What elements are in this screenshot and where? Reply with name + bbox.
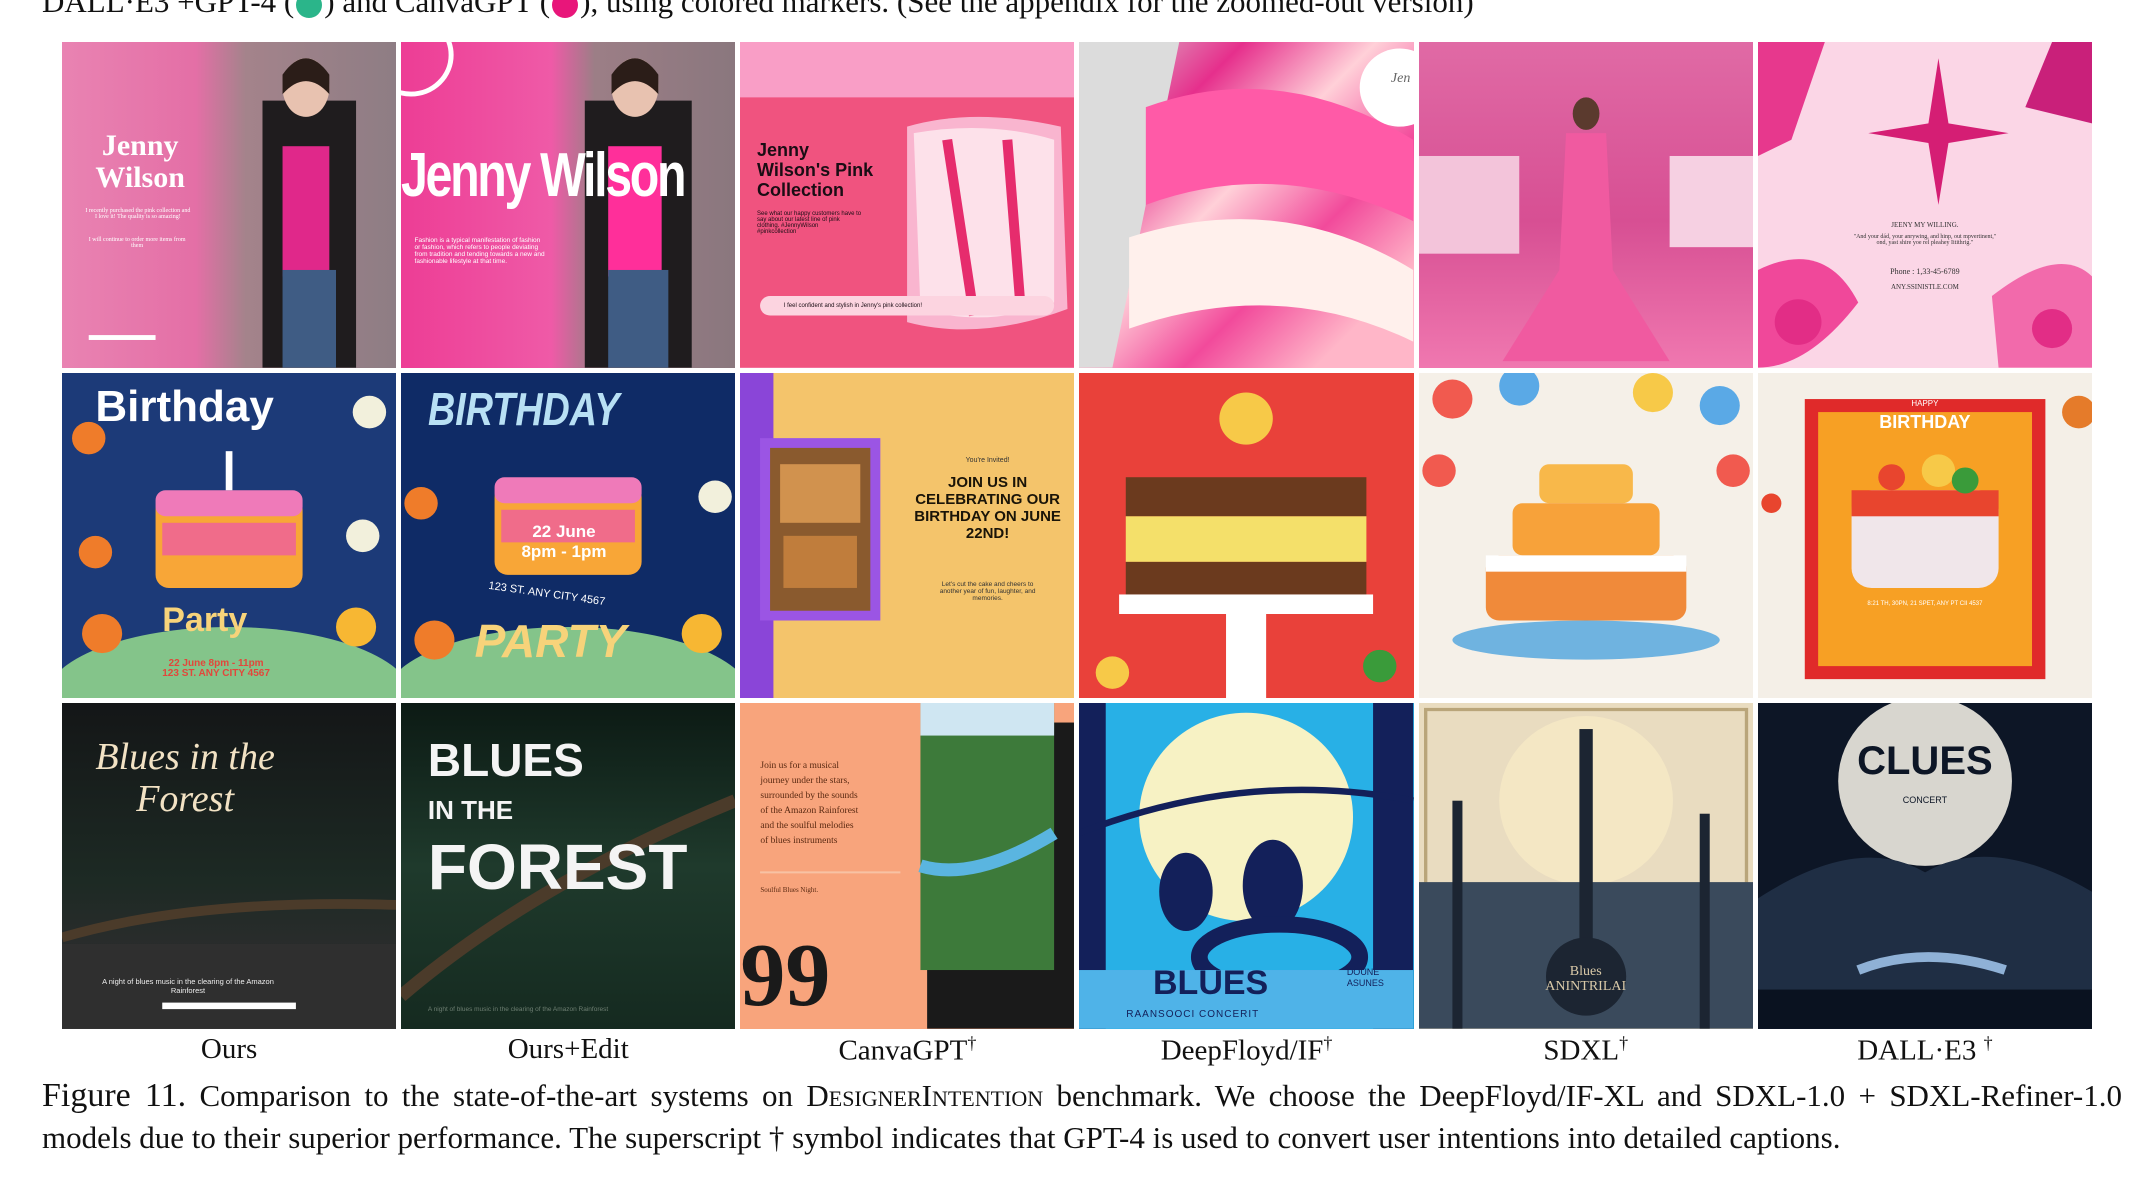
poster-happy: HAPPY: [1911, 398, 1939, 408]
poster-info: 22 June 8pm - 11pm 123 ST. ANY CITY 4567: [162, 658, 270, 680]
poster-footer: A night of blues music in the clearing o…: [102, 976, 274, 995]
label-dalle3: DALL·E3 †: [1857, 1033, 1993, 1067]
poster-dalle3-birthday: HAPPY BIRTHDAY 8:21 TH, 30PN, 21 SPET, A…: [1757, 372, 2092, 699]
poster-ours-birthday: Birthday Party 22 June 8pm - 11pm 123 ST…: [62, 372, 397, 699]
poster-pill: I feel confident and stylish in Jenny's …: [783, 302, 922, 309]
poster-deepfloyd-blues: BLUES DOUNE ASUNES RAANSOOCI CONCERIT: [1079, 703, 1414, 1029]
poster-title-3: FOREST: [427, 831, 688, 904]
poster-title: CLUES: [1857, 739, 1993, 784]
poster-title: BLUES: [1153, 963, 1269, 1002]
label-sdxl: SDXL†: [1543, 1033, 1629, 1067]
label-deepfloyd: DeepFloyd/IF†: [1160, 1033, 1333, 1067]
intro-text-3: ), using colored markers. (See the appen…: [580, 0, 1474, 19]
intro-text-1: DALL·E3 +GPT-4 (: [42, 0, 295, 19]
poster-body: I recently purchased the pink collection…: [85, 208, 191, 221]
poster-quote: "And your dád, your anrywing, and hinp, …: [1853, 234, 1997, 247]
poster-dalle3-blues: CLUES CONCERT: [1757, 703, 2092, 1029]
poster-dalle3-jenny: JEENY MY WILLING. "And your dád, your an…: [1757, 42, 2092, 368]
poster-title: Blues in the Forest: [95, 735, 275, 820]
poster-title-2: IN THE: [427, 794, 514, 825]
poster-site: ANY.SSINISTLE.COM: [1890, 282, 1959, 291]
pink-marker-icon: [552, 0, 579, 18]
poster-phone: Phone : 1,33-45-6789: [1890, 266, 1960, 276]
figure-caption: Figure 11. Comparison to the state-of-th…: [42, 1075, 2122, 1159]
poster-date: 22 June 8pm - 1pm: [521, 522, 607, 562]
poster-title: Jenny Wilson's Pink Collection: [757, 139, 874, 200]
poster-body: See what our happy customers have to say…: [757, 211, 862, 236]
label-canvagpt: CanvaGPT†: [838, 1033, 977, 1067]
poster-body-2: I will continue to order more items from…: [88, 237, 186, 250]
poster-invited: You're Invited!: [965, 457, 1010, 465]
dagger-mark: †: [1323, 1033, 1333, 1053]
poster-title-top: BIRTHDAY: [427, 383, 620, 436]
poster-title: Jenny Wilson: [95, 128, 185, 194]
poster-birthday: BIRTHDAY: [1879, 411, 1971, 432]
figure-intro-line: DALL·E3 +GPT-4 ( ) and CanvaGPT ( ), using…: [42, 0, 1474, 20]
label-ours-edit: Ours+Edit: [507, 1033, 629, 1065]
dagger-mark: †: [1983, 1033, 1993, 1053]
poster-title-bottom: PARTY: [474, 614, 627, 667]
poster-ours-jenny: Jenny Wilson I recently purchased the pi…: [62, 42, 397, 368]
poster-footer: A night of blues music in the clearing o…: [427, 1006, 609, 1014]
poster-deepfloyd-jenny: Jen: [1079, 42, 1414, 368]
poster-headline: JOIN US IN CELEBRATING OUR BIRTHDAY ON J…: [914, 473, 1061, 542]
poster-title: Blues ANINTRILAI: [1545, 963, 1627, 994]
poster-canvagpt-jenny: Jenny Wilson's Pink Collection See what …: [740, 42, 1075, 368]
poster-script: Jen: [1390, 71, 1411, 87]
caption-text-1: Comparison to the state-of-the-art syste…: [186, 1078, 807, 1113]
poster-body: Fashion is a typical manifestation of fa…: [414, 237, 545, 266]
poster-ours-blues: Blues in the Forest A night of blues mus…: [62, 703, 397, 1029]
comparison-image-grid: Jenny Wilson I recently purchased the pi…: [62, 42, 2092, 1029]
poster-info: 8:21 TH, 30PN, 21 SPET, ANY PT CII 4537: [1867, 600, 1983, 607]
dagger-mark: †: [1619, 1033, 1629, 1053]
poster-title-bottom: Party: [162, 600, 248, 639]
poster-ours-edit-jenny: Jenny Wilson Fashion is a typical manife…: [401, 42, 736, 368]
poster-sdxl-blues: Blues ANINTRILAI: [1418, 703, 1753, 1029]
poster-sub: CONCERT: [1902, 794, 1948, 805]
poster-sdxl-birthday: [1418, 372, 1753, 699]
figure-number: Figure 11.: [42, 1077, 187, 1114]
green-marker-icon: [296, 0, 323, 18]
poster-small: Soulful Blues Night.: [760, 885, 819, 894]
poster-canvagpt-birthday: You're Invited! JOIN US IN CELEBRATING O…: [740, 372, 1075, 699]
intro-text-2: ) and CanvaGPT (: [324, 0, 551, 19]
poster-title: Jenny Wilson: [401, 140, 687, 210]
poster-body: Join us for a musical journey under the …: [760, 760, 859, 846]
poster-deepfloyd-birthday: [1079, 372, 1414, 699]
poster-ours-edit-blues: BLUES IN THE FOREST A night of blues mus…: [401, 703, 736, 1029]
poster-title-top: Birthday: [95, 382, 274, 432]
poster-sdxl-jenny: [1418, 42, 1753, 368]
label-ours: Ours: [200, 1033, 258, 1065]
poster-canvagpt-blues: Join us for a musical journey under the …: [740, 703, 1075, 1029]
poster-ours-edit-birthday: BIRTHDAY 22 June 8pm - 1pm 123 ST. ANY C…: [401, 372, 736, 699]
dagger-mark: †: [967, 1033, 977, 1053]
benchmark-name: DesignerIntention: [806, 1078, 1044, 1113]
column-labels: Ours Ours+Edit CanvaGPT† DeepFloyd/IF† S…: [62, 1033, 2092, 1068]
poster-quote-mark: 99: [740, 926, 831, 1026]
poster-title-1: BLUES: [427, 733, 584, 786]
poster-side: DOUNE ASUNES: [1346, 967, 1384, 989]
poster-sub: RAANSOOCI CONCERIT: [1126, 1009, 1260, 1021]
poster-body: Let's cut the cake and cheers to another…: [939, 581, 1036, 603]
poster-name: JEENY MY WILLING.: [1891, 221, 1959, 230]
